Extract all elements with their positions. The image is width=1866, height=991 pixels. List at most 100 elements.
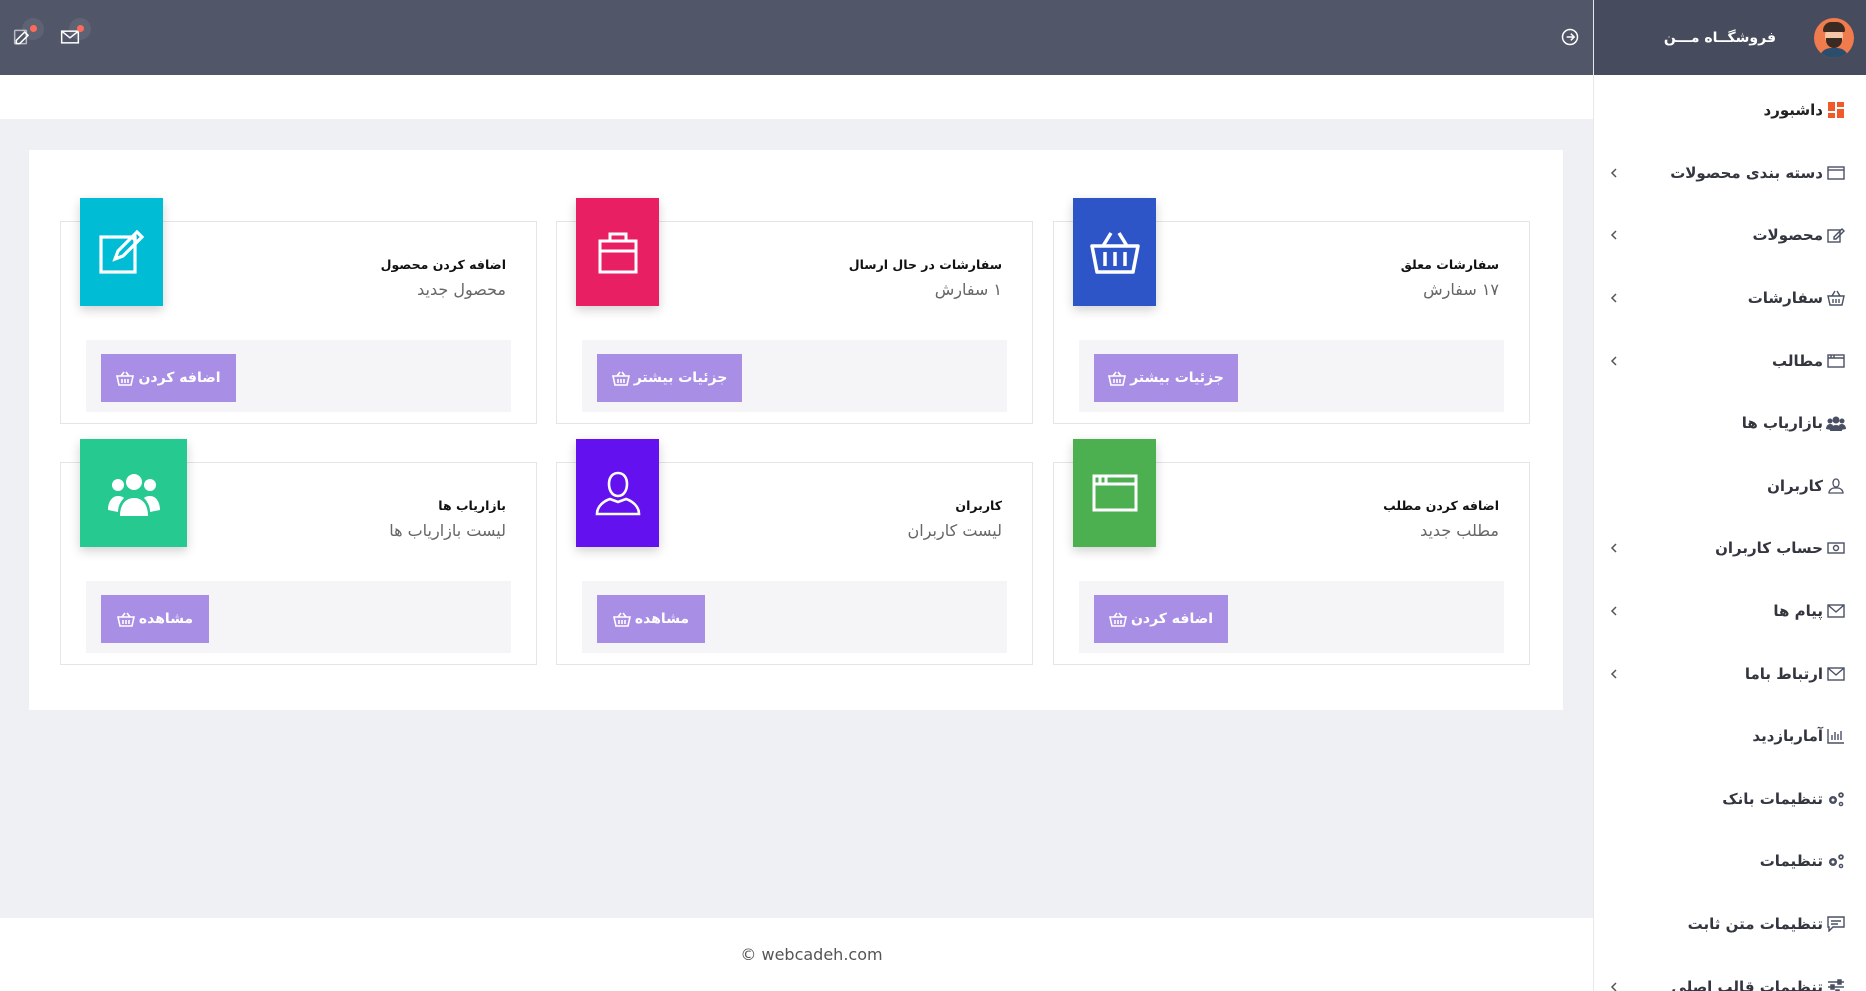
card-footer: جزئیات بیشتر <box>1079 340 1504 412</box>
view-button[interactable]: مشاهده <box>101 595 209 643</box>
sidebar-item-label: سفارشات <box>1747 289 1823 308</box>
sidebar-item-static-text-settings[interactable]: تنظیمات متن ثابت <box>1594 893 1866 956</box>
mail-icon <box>1826 602 1846 620</box>
card-title: سفارشات در حال ارسال <box>848 257 1002 272</box>
button-label: مشاهده <box>634 611 690 627</box>
avatar[interactable] <box>1814 17 1854 58</box>
sidebar-item-label: مطالب <box>1771 351 1823 370</box>
card-add-post: اضافه کردن مطلب مطلب جدید اضافه کردن <box>1053 439 1530 665</box>
basket-icon <box>1826 289 1846 307</box>
footer: © webcadeh.com <box>0 918 1593 991</box>
card-title: کاربران <box>955 498 1002 513</box>
sidebar-item-label: دسته بندی محصولات <box>1670 163 1823 182</box>
copyright-text: © webcadeh.com <box>740 945 883 964</box>
details-button[interactable]: جزئیات بیشتر <box>597 354 742 402</box>
comment-icon <box>1826 915 1846 933</box>
chevron-left-icon <box>1610 293 1620 303</box>
sidebar-menu: داشبورد دسته بندی محصولات محصولات سفارشا… <box>1594 75 1866 991</box>
sidebar-item-messages[interactable]: پیام ها <box>1594 580 1866 643</box>
button-label: جزئیات بیشتر <box>633 370 728 386</box>
card-title: اضافه کردن محصول <box>380 257 506 272</box>
dashboard-panel: سفارشات معلق ۱۷ سفارش جزئیات بیشتر سفارش… <box>29 150 1563 710</box>
card-shipping-orders: سفارشات در حال ارسال ۱ سفارش جزئیات بیشت… <box>556 198 1033 424</box>
sidebar-item-dashboard[interactable]: داشبورد <box>1594 79 1866 142</box>
mail-icon <box>1826 665 1846 683</box>
sidebar-item-marketers[interactable]: بازاریاب ها <box>1594 392 1866 455</box>
chart-icon <box>1826 727 1846 745</box>
basket-icon <box>116 612 135 627</box>
button-label: مشاهده <box>138 611 194 627</box>
button-label: اضافه کردن <box>1130 611 1214 627</box>
sidebar-item-theme-settings[interactable]: تنظیمات قالب اصلی <box>1594 955 1866 991</box>
details-button[interactable]: جزئیات بیشتر <box>1094 354 1238 402</box>
chevron-left-icon <box>1610 606 1620 616</box>
card-subtitle: لیست کاربران <box>907 521 1002 540</box>
card-title: بازاریاب ها <box>438 498 506 513</box>
money-icon <box>1826 539 1846 557</box>
card-footer: مشاهده <box>86 581 511 653</box>
chevron-left-icon <box>1610 230 1620 241</box>
bag-icon <box>576 198 659 306</box>
view-button[interactable]: مشاهده <box>597 595 705 643</box>
basket-icon <box>1108 612 1127 627</box>
sidebar-item-posts[interactable]: مطالب <box>1594 329 1866 392</box>
edit-icon <box>1826 226 1846 244</box>
sidebar-item-bank-settings[interactable]: تنظیمات بانک <box>1594 768 1866 831</box>
card-subtitle: ۱ سفارش <box>934 280 1002 299</box>
card-subtitle: لیست بازاریاب ها <box>389 521 506 540</box>
button-label: اضافه کردن <box>138 370 221 386</box>
users-icon <box>80 439 187 547</box>
basket-icon <box>612 612 631 627</box>
sidebar-item-products[interactable]: محصولات <box>1594 204 1866 267</box>
card-footer: اضافه کردن <box>86 340 511 412</box>
card-footer: اضافه کردن <box>1079 581 1504 653</box>
sidebar-item-orders[interactable]: سفارشات <box>1594 267 1866 330</box>
sidebar-item-label: بازاریاب ها <box>1741 414 1823 433</box>
gears-icon <box>1826 852 1846 870</box>
add-button[interactable]: اضافه کردن <box>1094 595 1228 643</box>
notification-dot <box>77 25 84 32</box>
chevron-left-icon <box>1610 543 1620 553</box>
card-title: سفارشات معلق <box>1400 257 1499 272</box>
header-strip <box>0 75 1593 119</box>
card-footer: مشاهده <box>582 581 1007 653</box>
card-add-product: اضافه کردن محصول محصول جدید اضافه کردن <box>60 198 537 424</box>
mail-icon[interactable] <box>57 18 91 50</box>
sidebar-item-label: کاربران <box>1767 476 1823 495</box>
sidebar-item-visit-stats[interactable]: آماربازدید <box>1594 705 1866 768</box>
sidebar-item-label: محصولات <box>1752 226 1823 245</box>
users-icon <box>1826 414 1846 432</box>
sidebar: فروشگــاه مـــن داشبورد دسته بندی محصولا… <box>1593 0 1866 991</box>
card-subtitle: ۱۷ سفارش <box>1423 280 1499 299</box>
user-icon <box>1826 477 1846 495</box>
sidebar-item-label: آماربازدید <box>1752 727 1823 746</box>
sidebar-item-settings[interactable]: تنظیمات <box>1594 830 1866 893</box>
add-button[interactable]: اضافه کردن <box>101 354 236 402</box>
basket-icon <box>611 371 630 386</box>
sidebar-item-users[interactable]: کاربران <box>1594 455 1866 518</box>
sidebar-item-label: تنظیمات <box>1759 852 1823 871</box>
card-title: اضافه کردن مطلب <box>1383 498 1499 513</box>
brand-name: فروشگــاه مـــن <box>1663 29 1776 46</box>
sidebar-item-user-accounts[interactable]: حساب کاربران <box>1594 517 1866 580</box>
sidebar-item-product-categories[interactable]: دسته بندی محصولات <box>1594 142 1866 205</box>
sidebar-item-label: ارتباط باما <box>1744 664 1823 683</box>
sidebar-item-contact-us[interactable]: ارتباط باما <box>1594 642 1866 705</box>
basket-icon <box>1073 198 1156 306</box>
logout-icon[interactable] <box>1557 24 1583 50</box>
chevron-left-icon <box>1610 356 1620 366</box>
chevron-left-icon <box>1610 982 1620 991</box>
window-icon <box>1073 439 1156 547</box>
card-pending-orders: سفارشات معلق ۱۷ سفارش جزئیات بیشتر <box>1053 198 1530 424</box>
sidebar-item-label: تنظیمات متن ثابت <box>1687 915 1823 934</box>
window-icon <box>1826 352 1846 370</box>
edit-icon[interactable] <box>10 18 44 50</box>
dashboard-icon <box>1826 101 1846 119</box>
card-marketers: بازاریاب ها لیست بازاریاب ها مشاهده <box>60 439 537 665</box>
button-label: جزئیات بیشتر <box>1130 370 1224 386</box>
sidebar-item-label: داشبورد <box>1763 101 1823 120</box>
chevron-left-icon <box>1610 168 1620 178</box>
edit-icon <box>80 198 163 306</box>
card-footer: جزئیات بیشتر <box>582 340 1007 412</box>
chevron-left-icon <box>1610 669 1620 679</box>
